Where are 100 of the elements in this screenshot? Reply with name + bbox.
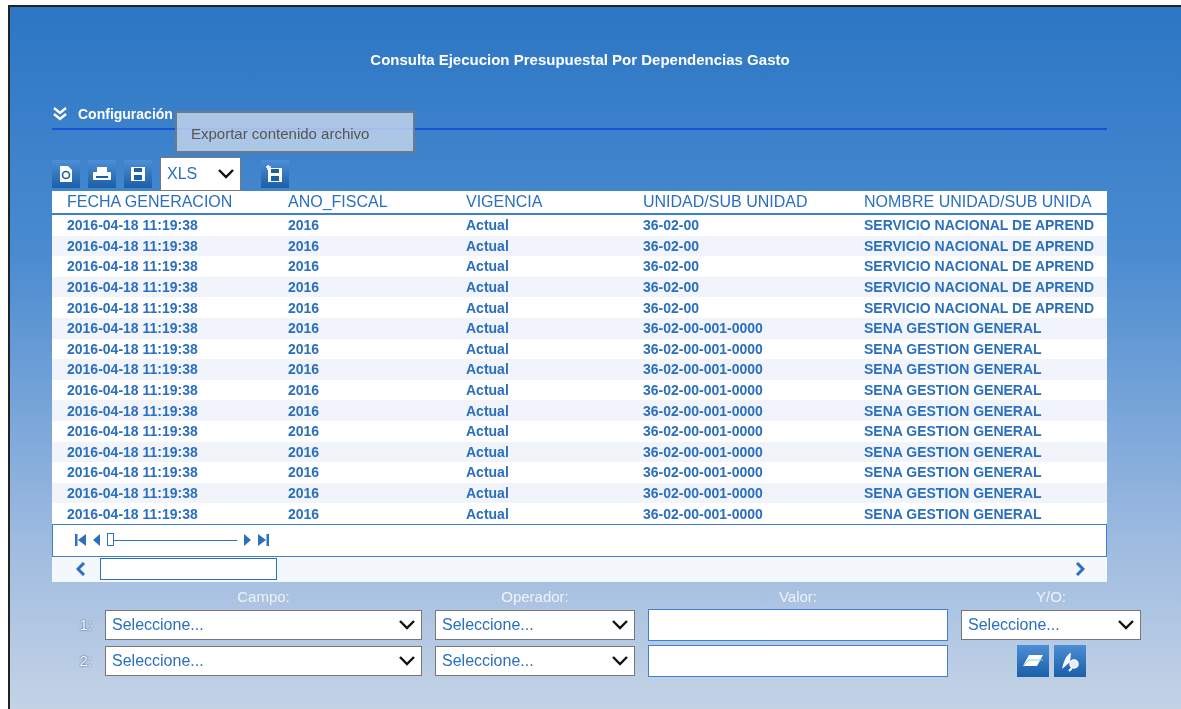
table-cell: Actual (451, 235, 628, 257)
table-cell: 2016-04-18 11:19:38 (52, 317, 273, 339)
table-cell: 2016 (273, 503, 451, 524)
table-cell: SERVICIO NACIONAL DE APREND (849, 297, 1107, 318)
table-cell: Actual (451, 359, 628, 380)
last-page-button[interactable] (257, 534, 269, 547)
table-cell: 2016-04-18 11:19:38 (52, 400, 273, 421)
search-button[interactable] (1053, 644, 1086, 677)
field-select[interactable]: Seleccione... (105, 645, 422, 676)
tooltip: Exportar contenido archivo (175, 111, 415, 153)
row-number: 2: (78, 652, 92, 670)
table-cell: 2016 (273, 235, 451, 257)
chevron-icon (399, 655, 415, 666)
scrollbar-thumb[interactable] (100, 557, 277, 580)
operator-select[interactable]: Seleccione... (435, 609, 635, 640)
previous-page-button[interactable] (93, 534, 101, 547)
page-title: Consulta Ejecucion Presupuestal Por Dependencias Gasto (369, 50, 791, 70)
table-cell: SENA GESTION GENERAL (849, 400, 1107, 421)
table-cell: Actual (451, 462, 628, 483)
table-cell: 2016 (273, 420, 451, 442)
table-cell: 2016-04-18 11:19:38 (52, 214, 273, 236)
chevron-icon (399, 619, 415, 630)
table-cell: 2016-04-18 11:19:38 (52, 482, 273, 504)
table-cell: 36-02-00-001-0000 (628, 482, 849, 504)
table-cell: 2016 (273, 338, 451, 360)
table-cell: Actual (451, 400, 628, 421)
table-cell: SENA GESTION GENERAL (849, 503, 1107, 524)
table-cell: SENA GESTION GENERAL (849, 482, 1107, 504)
section-header[interactable]: Configuración (78, 106, 173, 122)
value-field[interactable] (648, 608, 948, 641)
double-chevron-icon[interactable] (52, 107, 68, 121)
table-cell: SENA GESTION GENERAL (849, 317, 1107, 339)
table-cell: 2016 (273, 462, 451, 483)
table-cell: SERVICIO NACIONAL DE APREND (849, 235, 1107, 257)
connector-select[interactable]: Seleccione... (961, 609, 1141, 640)
table-cell: SENA GESTION GENERAL (849, 420, 1107, 442)
column-header[interactable]: UNIDAD/SUB UNIDAD (628, 191, 849, 214)
table-cell: Actual (451, 214, 628, 236)
filter-label: Valor: (777, 587, 819, 605)
table-cell: 2016 (273, 482, 451, 504)
table-cell: Actual (451, 338, 628, 360)
table-cell: SENA GESTION GENERAL (849, 359, 1107, 380)
table-cell: 2016-04-18 11:19:38 (52, 441, 273, 463)
table-cell: 36-02-00-001-0000 (628, 462, 849, 483)
table-cell: 36-02-00-001-0000 (628, 359, 849, 380)
table-cell: 36-02-00 (628, 235, 849, 257)
table-cell: 36-02-00 (628, 297, 849, 318)
table-cell: 2016-04-18 11:19:38 (52, 297, 273, 318)
table-cell: 2016-04-18 11:19:38 (52, 379, 273, 401)
refresh-button[interactable] (52, 160, 80, 188)
table-cell: Actual (451, 317, 628, 339)
table-cell: 2016 (273, 400, 451, 421)
table-cell: SENA GESTION GENERAL (849, 441, 1107, 463)
table-cell: 2016-04-18 11:19:38 (52, 338, 273, 360)
table-cell: 36-02-00 (628, 276, 849, 298)
first-page-button[interactable] (75, 534, 87, 547)
save-button[interactable] (124, 160, 152, 188)
table-cell: 36-02-00-001-0000 (628, 379, 849, 401)
table-cell: 2016 (273, 441, 451, 463)
column-header[interactable]: VIGENCIA (451, 191, 628, 214)
print-button[interactable] (88, 160, 116, 188)
scroll-right-icon[interactable] (1075, 562, 1085, 577)
table-cell: 36-02-00-001-0000 (628, 441, 849, 463)
chevron-icon (218, 169, 234, 179)
table-cell: 2016 (273, 317, 451, 339)
slider-thumb[interactable] (107, 533, 114, 547)
table-cell: 2016 (273, 359, 451, 380)
next-page-button[interactable] (243, 534, 251, 547)
table-cell: 2016 (273, 276, 451, 298)
table-cell: 36-02-00-001-0000 (628, 317, 849, 339)
table-cell: SENA GESTION GENERAL (849, 338, 1107, 360)
field-select[interactable]: Seleccione... (105, 609, 422, 640)
table-cell: SERVICIO NACIONAL DE APREND (849, 256, 1107, 277)
table-cell: 2016-04-18 11:19:38 (52, 276, 273, 298)
value-field[interactable] (648, 644, 948, 677)
table-cell: SENA GESTION GENERAL (849, 379, 1107, 401)
column-header[interactable]: NOMBRE UNIDAD/SUB UNIDA (849, 191, 1107, 214)
eraser-button[interactable] (1016, 644, 1049, 677)
format-select[interactable]: XLS (160, 157, 241, 191)
table-cell: 36-02-00-001-0000 (628, 338, 849, 360)
horizontal-scrollbar[interactable] (52, 556, 1107, 582)
table-cell: SERVICIO NACIONAL DE APREND (849, 214, 1107, 236)
table-cell: 36-02-00-001-0000 (628, 420, 849, 442)
page-slider[interactable] (107, 533, 237, 548)
table-cell: 36-02-00-001-0000 (628, 503, 849, 524)
table-cell: 36-02-00 (628, 256, 849, 277)
table-cell: 36-02-00-001-0000 (628, 400, 849, 421)
column-header[interactable]: FECHA GENERACION (52, 191, 273, 214)
column-header[interactable]: ANO_FISCAL (273, 191, 451, 214)
table-cell: Actual (451, 256, 628, 277)
chevron-icon (612, 655, 628, 666)
table-cell: Actual (451, 441, 628, 463)
export-button[interactable] (261, 160, 289, 188)
scroll-left-icon[interactable] (76, 562, 86, 577)
printer-icon (92, 166, 112, 182)
table-cell: 2016 (273, 297, 451, 318)
table-cell: 2016 (273, 214, 451, 236)
operator-select[interactable]: Seleccione... (435, 645, 635, 676)
table-cell: 2016 (273, 256, 451, 277)
table-cell: Actual (451, 297, 628, 318)
